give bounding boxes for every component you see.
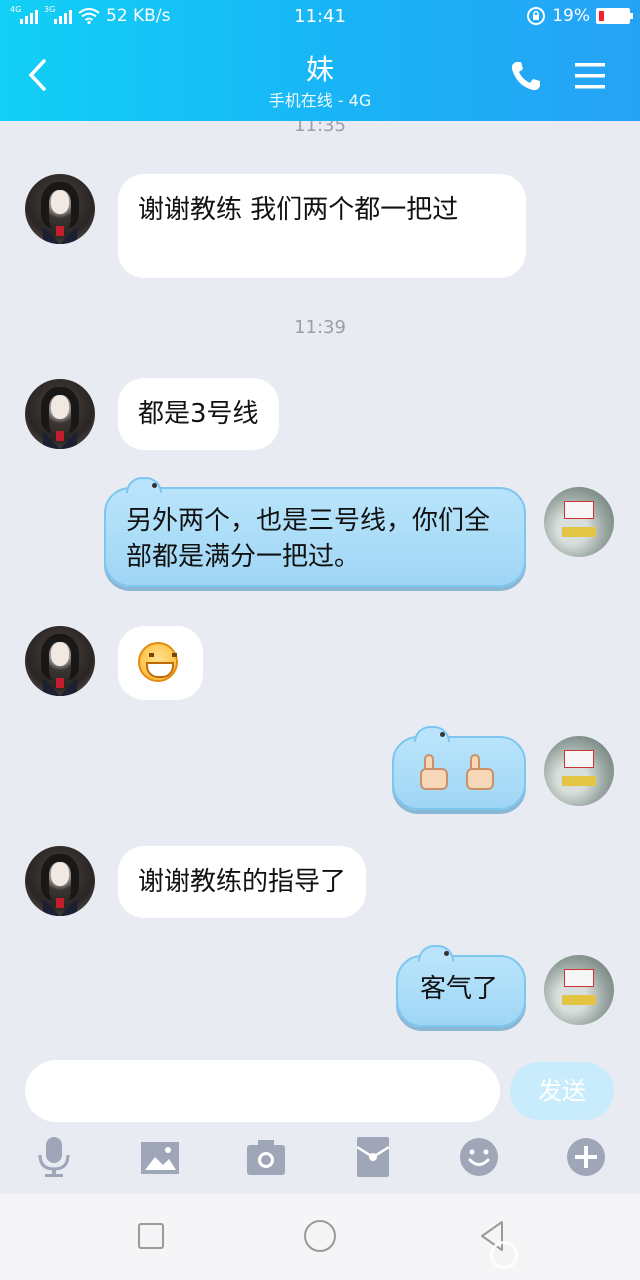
chat-messages[interactable]: 11:35 谢谢教练 我们两个都一把过 11:39 都是3号线 另外两个，也是三… [0, 121, 640, 1051]
emoji-icon[interactable] [458, 1135, 500, 1179]
red-packet-icon[interactable] [352, 1135, 394, 1179]
status-right: 19% [526, 6, 633, 26]
watermark-logo [490, 1238, 630, 1272]
message-bubble-outgoing[interactable]: 另外两个，也是三号线，你们全部都是满分一把过。 [104, 477, 526, 587]
battery-icon [596, 8, 633, 24]
timestamp: 11:35 [294, 121, 346, 136]
status-bar: 4G 3G 52 KB/s 11:41 19% [0, 0, 640, 34]
message-bubble-outgoing[interactable] [392, 726, 526, 810]
battery-percent: 19% [552, 6, 590, 26]
my-avatar[interactable] [544, 955, 614, 1025]
image-icon[interactable] [139, 1135, 181, 1179]
home-icon[interactable] [300, 1216, 340, 1256]
message-text: 谢谢教练 我们两个都一把过 [138, 195, 459, 225]
message-text: 谢谢教练的指导了 [138, 867, 347, 897]
send-button[interactable]: 发送 [510, 1062, 614, 1120]
message-bubble-incoming[interactable]: 谢谢教练 我们两个都一把过 [118, 174, 526, 278]
message-bubble-outgoing[interactable]: 客气了 [396, 945, 526, 1027]
chat-header: 4G 3G 52 KB/s 11:41 19% 妹 手机在线 - 4G [0, 0, 640, 121]
contact-avatar[interactable] [25, 846, 95, 916]
phone-icon[interactable] [508, 58, 544, 94]
thumbs-up-icon [412, 752, 452, 792]
system-nav-bar [0, 1194, 640, 1280]
contact-avatar[interactable] [25, 626, 95, 696]
message-bubble-incoming[interactable]: 谢谢教练的指导了 [118, 846, 367, 918]
contact-name: 妹 [305, 53, 334, 86]
message-bubble-incoming[interactable]: 都是3号线 [118, 378, 279, 450]
chat-toolbar [0, 1135, 640, 1185]
rotation-lock-icon [527, 7, 546, 25]
menu-icon[interactable] [572, 58, 608, 94]
message-text: 另外两个，也是三号线，你们全部都是满分一把过。 [126, 506, 491, 572]
microphone-icon[interactable] [33, 1135, 75, 1179]
my-avatar[interactable] [544, 487, 614, 557]
online-status: 手机在线 - 4G [268, 91, 372, 110]
recent-apps-icon[interactable] [131, 1216, 171, 1256]
message-input[interactable] [25, 1060, 500, 1122]
camera-icon[interactable] [245, 1135, 287, 1179]
message-text: 都是3号线 [138, 399, 259, 429]
message-bubble-incoming[interactable] [118, 626, 203, 700]
thumbs-up-icon [458, 752, 498, 792]
grinning-face-icon [138, 642, 178, 682]
message-text: 客气了 [420, 974, 499, 1004]
contact-avatar[interactable] [25, 379, 95, 449]
contact-avatar[interactable] [25, 174, 95, 244]
timestamp: 11:39 [294, 317, 346, 338]
my-avatar[interactable] [544, 736, 614, 806]
plus-icon[interactable] [565, 1135, 607, 1179]
